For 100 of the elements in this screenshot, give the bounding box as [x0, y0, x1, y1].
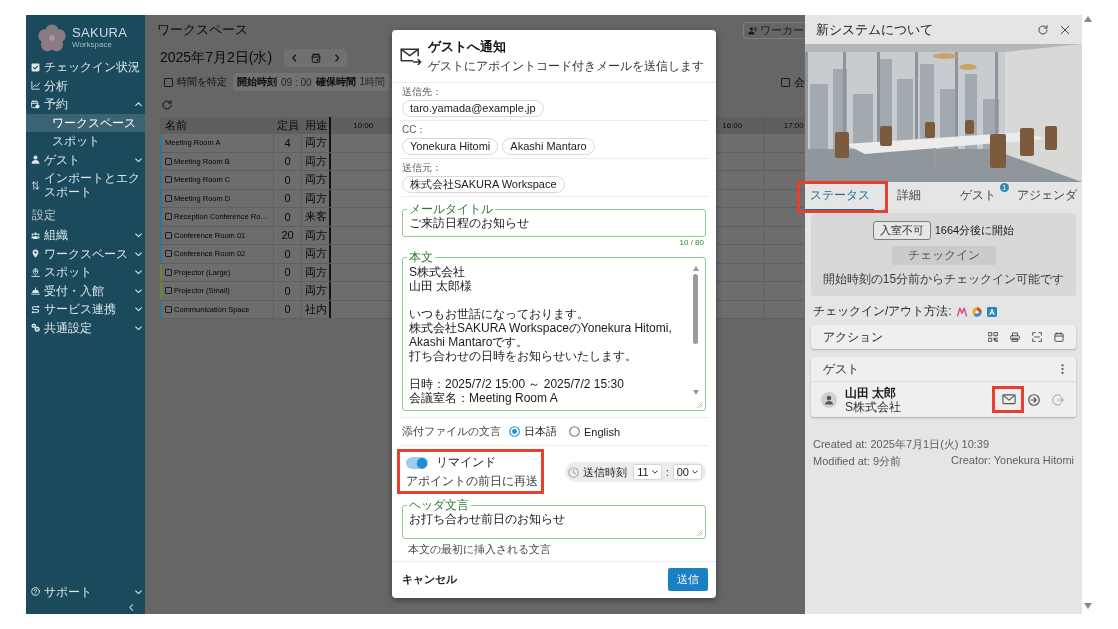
tab[interactable]: ステータス — [805, 182, 875, 211]
toggle-switch[interactable] — [406, 456, 428, 469]
chevron-right-icon[interactable] — [334, 54, 340, 62]
envelope-icon[interactable] — [1002, 394, 1016, 405]
calendar-icon[interactable] — [310, 53, 321, 63]
zigzag-icon — [956, 306, 967, 317]
sidebar-item[interactable]: ワークスペース — [26, 113, 145, 132]
scan-frame-icon[interactable] — [1032, 332, 1042, 342]
help-icon — [31, 587, 40, 597]
kebab-menu-icon[interactable] — [1061, 364, 1064, 374]
avatar-icon — [821, 391, 837, 408]
table-cell: 0 — [274, 171, 302, 189]
sidebar-item[interactable]: スポット — [26, 263, 145, 282]
enter-icon[interactable] — [1028, 393, 1040, 406]
sidebar-item[interactable]: チェックイン状況 — [26, 58, 145, 77]
send-time-label: 送信時刻 — [583, 464, 628, 480]
close-icon[interactable] — [1060, 24, 1070, 35]
hour-select[interactable]: 11 — [633, 464, 662, 480]
refresh-icon[interactable] — [162, 100, 172, 110]
color-wheel-icon — [971, 306, 982, 317]
meta-text: Created at: 2025年7月1日(火) 10:39 — [813, 437, 990, 452]
status-chip: 入室不可 — [872, 221, 931, 240]
checkbox[interactable] — [164, 77, 173, 87]
sidebar-item[interactable]: サポート — [26, 582, 145, 601]
meta-text: Creator: Yonekura Hitomi — [951, 454, 1074, 468]
checkbox[interactable] — [781, 77, 790, 87]
status-note: 開始時刻の15分前からチェックイン可能です — [822, 271, 1065, 288]
person-icon — [31, 155, 40, 165]
clock-icon — [568, 466, 580, 478]
date-heading: 2025年7月2日(水) — [160, 49, 273, 67]
method-label: チェックイン/アウト方法: — [813, 303, 952, 320]
resize-grip-icon[interactable] — [697, 402, 703, 408]
field-label: 送信元： — [402, 162, 443, 174]
chevron-left-icon[interactable] — [292, 54, 297, 62]
chevron-down-icon — [692, 470, 698, 474]
table-cell: 0 — [274, 263, 302, 281]
checkbox[interactable] — [165, 194, 172, 202]
location-icon — [31, 267, 40, 277]
scroll-down-icon[interactable] — [1084, 603, 1092, 609]
import-export-icon — [31, 180, 40, 190]
send-button[interactable]: 送信 — [668, 568, 708, 591]
table-cell-text: 来客 — [303, 209, 328, 225]
panel-title: 新システムについて — [816, 20, 934, 39]
checkbox[interactable] — [165, 176, 172, 184]
tab[interactable]: 詳細 — [874, 182, 944, 211]
refresh-icon[interactable] — [1038, 24, 1048, 35]
sidebar-item[interactable]: 分析 — [26, 76, 145, 95]
guest-name: 山田 太郎 — [845, 385, 898, 400]
checkbox[interactable] — [165, 305, 172, 313]
table-cell-text: 両方 — [303, 283, 328, 299]
dialog-subtitle: ゲストにアポイントコード付きメールを送信します — [428, 58, 704, 75]
checkbox[interactable] — [165, 157, 172, 165]
radio-option[interactable]: English — [569, 425, 621, 438]
body-textarea[interactable]: 本文 S株式会社 山田 太郎様 いつもお世話になっております。 株式会社SAKURA WorkspaceのYonekura Hitomi, Akashi Mantaroです。 打ち合わせの日時をお知らせいたします。 日時：2025/7/2 15:00 ～ 2025/7/2 15:30 会議室名：Meeting Room A — [402, 251, 706, 411]
sidebar-item[interactable]: 受付・入館 — [26, 281, 145, 300]
sidebar-item[interactable]: 共通設定 — [26, 318, 145, 337]
checkbox[interactable] — [165, 231, 172, 239]
duration-label: 確保時間 — [315, 75, 356, 89]
table-cell-text: 両方 — [303, 135, 328, 151]
scroll-up-icon[interactable] — [1084, 16, 1092, 22]
checkbox[interactable] — [165, 268, 172, 276]
cancel-button[interactable]: キャンセル — [402, 570, 457, 589]
time-separator: : — [665, 466, 669, 478]
check-square-icon — [31, 62, 40, 72]
bell-icon — [31, 286, 40, 296]
sidebar-item[interactable]: ワークスペース — [26, 244, 145, 263]
table-cell-text: 両方 — [303, 153, 328, 169]
checkbox[interactable] — [165, 213, 172, 221]
calendar-clock-icon — [31, 99, 40, 109]
calendar-icon[interactable] — [1054, 332, 1064, 342]
search-field[interactable]: ワーカー — [743, 21, 805, 39]
checkbox[interactable] — [165, 250, 172, 258]
mail-title-field[interactable]: メールタイトル ご来訪日程のお知らせ — [402, 203, 706, 237]
table-cell-text: 両方 — [303, 227, 328, 243]
checkbox[interactable] — [165, 287, 172, 295]
sidebar-item[interactable]: 組織 — [26, 226, 145, 245]
minute-select[interactable]: 00 — [672, 464, 702, 480]
printer-icon[interactable] — [1010, 332, 1020, 342]
checkbox-label: 会 — [794, 74, 805, 90]
resize-grip-icon[interactable] — [697, 530, 703, 536]
chevron-down-icon — [651, 470, 658, 474]
brand-name: SAKURA — [72, 25, 128, 40]
section-heading: 設定 — [31, 207, 57, 224]
dialog-title: ゲストへ通知 — [428, 38, 507, 56]
tab[interactable]: アジェンダ — [1012, 182, 1082, 211]
sidebar-item[interactable]: 予約 — [26, 95, 145, 114]
radio-option[interactable]: 日本語 — [509, 424, 557, 439]
header-text-field[interactable]: ヘッダ文言 お打ち合わせ前日のお知らせ — [402, 499, 706, 539]
sidebar-item[interactable]: ゲスト — [26, 150, 145, 169]
card-title: ゲスト — [823, 360, 860, 378]
table-cell: 4 — [274, 134, 302, 152]
sidebar-item[interactable]: インポートとエクスポート — [26, 169, 145, 201]
field-label: CC： — [402, 124, 428, 136]
table-cell: 0 — [274, 245, 302, 263]
qr-code-icon[interactable] — [988, 332, 998, 342]
guest-company: S株式会社 — [845, 399, 902, 414]
countdown-text: 1664分後に開始 — [934, 223, 1015, 238]
card-title: アクション — [823, 328, 884, 346]
sidebar-item[interactable]: スポット — [26, 132, 145, 151]
sidebar-item[interactable]: サービス連携 — [26, 300, 145, 319]
